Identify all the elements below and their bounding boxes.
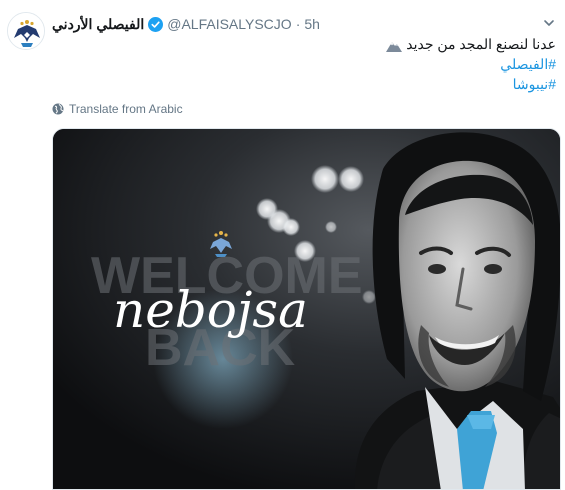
display-name[interactable]: الفيصلي الأردني xyxy=(52,16,144,33)
tweet-media-image[interactable]: WELCOME BACK nebojsa xyxy=(52,128,561,490)
translate-link[interactable]: Translate from Arabic xyxy=(52,102,183,116)
separator-dot: · xyxy=(295,16,301,32)
eagle-logo-icon xyxy=(8,13,44,49)
translate-label: Translate from Arabic xyxy=(69,102,183,116)
player-name-text: nebojsa xyxy=(113,281,308,339)
hashtag-link[interactable]: #نيبوشا xyxy=(66,74,556,94)
tweet-text-line: عدنا لنصنع المجد من جديد xyxy=(66,34,556,54)
snow-capped-mountain-icon xyxy=(386,41,403,52)
tweet-text: عدنا لنصنع المجد من جديد #الفيصلي #نيبوش… xyxy=(66,34,556,94)
user-handle[interactable]: @ALFAISALYSCJO xyxy=(167,16,291,32)
tweet-message: عدنا لنصنع المجد من جديد xyxy=(406,36,556,52)
player-portrait xyxy=(354,132,560,489)
hashtag-link[interactable]: #الفيصلي xyxy=(66,54,556,74)
avatar[interactable] xyxy=(7,12,45,50)
verified-badge-icon xyxy=(148,16,164,32)
tweet: الفيصلي الأردني @ALFAISALYSCJO · 5h عدنا… xyxy=(0,0,565,490)
chevron-down-icon[interactable] xyxy=(542,16,556,30)
media-artwork: WELCOME BACK nebojsa xyxy=(53,129,560,489)
globe-icon xyxy=(52,103,64,115)
tweet-header: الفيصلي الأردني @ALFAISALYSCJO · 5h xyxy=(52,14,320,34)
timestamp[interactable]: 5h xyxy=(304,16,320,32)
